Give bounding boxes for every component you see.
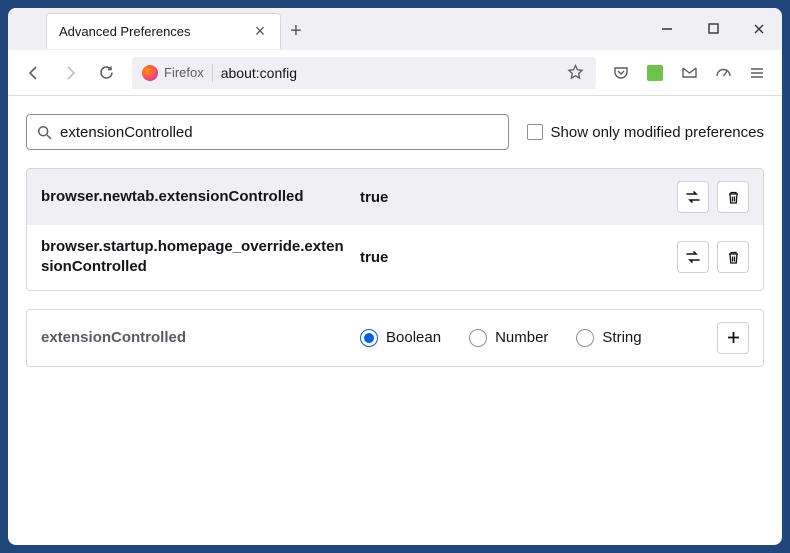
search-value: extensionControlled — [60, 124, 193, 141]
checkbox-label: Show only modified preferences — [551, 124, 764, 141]
checkbox-icon — [527, 124, 543, 140]
inbox-icon[interactable] — [674, 58, 704, 88]
radio-icon — [576, 329, 594, 347]
toggle-button[interactable] — [677, 181, 709, 213]
delete-button[interactable] — [717, 241, 749, 273]
back-button[interactable] — [18, 57, 50, 89]
address-bar[interactable]: Firefox about:config — [132, 57, 596, 89]
extension-icon[interactable] — [640, 58, 670, 88]
pref-name: browser.newtab.extensionControlled — [41, 187, 346, 207]
type-radio-string[interactable]: String — [576, 329, 641, 347]
pref-value: true — [360, 249, 663, 266]
window-minimize-button[interactable] — [644, 8, 690, 49]
firefox-logo-icon — [142, 65, 158, 81]
delete-button[interactable] — [717, 181, 749, 213]
pocket-icon[interactable] — [606, 58, 636, 88]
pref-row: browser.newtab.extensionControlled true — [27, 169, 763, 225]
url-text: about:config — [221, 65, 562, 81]
pref-value: true — [360, 189, 663, 206]
radio-icon — [469, 329, 487, 347]
bookmark-star-icon[interactable] — [562, 64, 588, 81]
config-content: extensionControlled Show only modified p… — [8, 96, 782, 545]
new-pref-name: extensionControlled — [41, 329, 346, 346]
identity-label: Firefox — [164, 65, 204, 80]
type-radio-number[interactable]: Number — [469, 329, 548, 347]
toggle-button[interactable] — [677, 241, 709, 273]
navigation-toolbar: Firefox about:config — [8, 50, 782, 96]
pref-row: browser.startup.homepage_override.extens… — [27, 225, 763, 290]
titlebar: Advanced Preferences × + — [8, 8, 782, 50]
new-pref-row: extensionControlled Boolean Number Strin… — [26, 309, 764, 367]
menu-button[interactable] — [742, 58, 772, 88]
site-identity[interactable]: Firefox — [140, 65, 212, 81]
browser-tab[interactable]: Advanced Preferences × — [46, 13, 281, 49]
type-radio-boolean[interactable]: Boolean — [360, 329, 441, 347]
window-maximize-button[interactable] — [690, 8, 736, 49]
window-close-button[interactable] — [736, 8, 782, 49]
pref-search-input[interactable]: extensionControlled — [26, 114, 509, 150]
forward-button[interactable] — [54, 57, 86, 89]
pref-name: browser.startup.homepage_override.extens… — [41, 237, 346, 278]
tab-close-icon[interactable]: × — [252, 24, 268, 40]
radio-label: Number — [495, 329, 548, 346]
new-tab-button[interactable]: + — [281, 13, 311, 49]
add-pref-button[interactable] — [717, 322, 749, 354]
radio-icon — [360, 329, 378, 347]
radio-label: Boolean — [386, 329, 441, 346]
show-modified-checkbox[interactable]: Show only modified preferences — [527, 124, 764, 141]
tab-title: Advanced Preferences — [59, 24, 252, 39]
reload-button[interactable] — [90, 57, 122, 89]
radio-label: String — [602, 329, 641, 346]
search-icon — [37, 125, 52, 140]
dashboard-icon[interactable] — [708, 58, 738, 88]
